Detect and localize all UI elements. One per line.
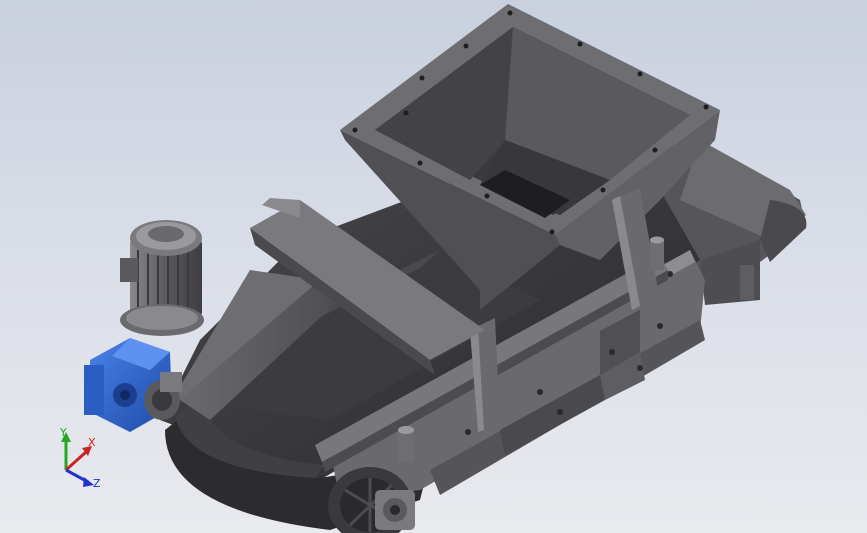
x-axis-label: X — [88, 436, 96, 449]
y-axis-label: Y — [59, 426, 67, 439]
graphics-viewport[interactable]: Y X Z — [0, 0, 867, 533]
conveyor-feeder-model[interactable]: Y X Z — [0, 0, 867, 533]
coordinate-triad: Y X Z — [59, 426, 101, 490]
z-axis-label: Z — [93, 477, 101, 490]
gearbox — [84, 338, 182, 432]
x-axis-arrow — [64, 450, 88, 472]
drive-motor — [120, 220, 204, 336]
